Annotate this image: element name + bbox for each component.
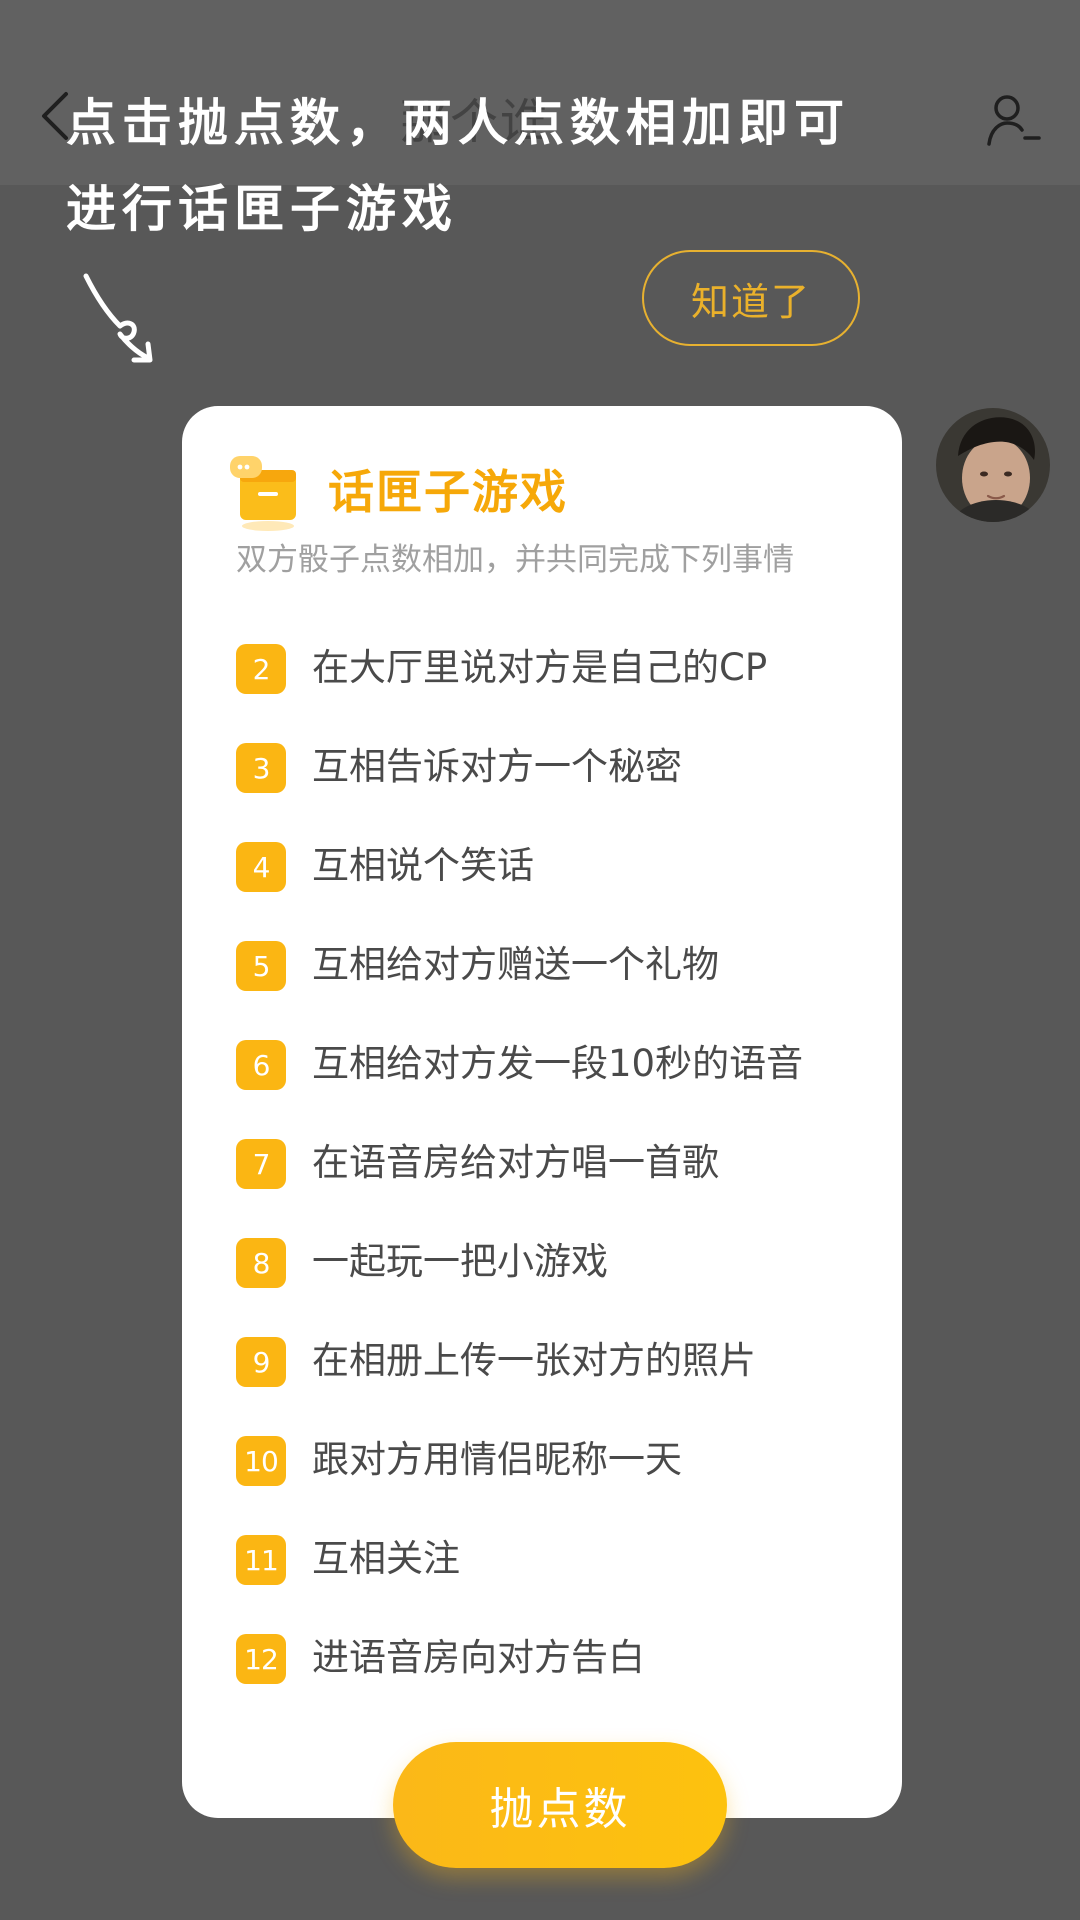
rule-item: 8 一起玩一把小游戏	[236, 1232, 876, 1331]
got-it-button[interactable]: 知道了	[642, 250, 860, 346]
rule-item: 10 跟对方用情侣昵称一天	[236, 1430, 876, 1529]
guide-hint-line-2: 进行话匣子游戏	[66, 180, 458, 238]
guide-hint-line-1: 点击抛点数，两人点数相加即可	[66, 94, 850, 152]
rule-text: 互相给对方发一段10秒的语音	[312, 1042, 804, 1085]
rule-item: 3 互相告诉对方一个秘密	[236, 737, 876, 836]
rule-number-badge: 6	[236, 1040, 286, 1090]
rule-text: 在语音房给对方唱一首歌	[312, 1141, 719, 1184]
rule-item: 12 进语音房向对方告白	[236, 1628, 876, 1727]
guide-hint: 点击抛点数，两人点数相加即可 进行话匣子游戏	[66, 80, 966, 252]
card-subtitle: 双方骰子点数相加，并共同完成下列事情	[236, 542, 794, 578]
hand-drawn-arrow-icon	[83, 273, 153, 363]
rule-number-badge: 3	[236, 743, 286, 793]
avatar[interactable]	[936, 408, 1050, 522]
rule-text: 互相关注	[312, 1537, 460, 1580]
rule-number-badge: 8	[236, 1238, 286, 1288]
rule-number-badge: 12	[236, 1634, 286, 1684]
user-minus-icon[interactable]	[985, 92, 1041, 148]
rule-item: 9 在相册上传一张对方的照片	[236, 1331, 876, 1430]
rule-number-badge: 2	[236, 644, 286, 694]
rule-item: 2 在大厅里说对方是自己的CP	[236, 638, 876, 737]
chat-box-game-card: 话匣子游戏 双方骰子点数相加，并共同完成下列事情 2 在大厅里说对方是自己的CP…	[182, 406, 902, 1818]
rule-item: 11 互相关注	[236, 1529, 876, 1628]
roll-dice-button[interactable]: 抛点数	[393, 1742, 727, 1868]
rule-item: 5 互相给对方赠送一个礼物	[236, 935, 876, 1034]
rule-text: 跟对方用情侣昵称一天	[312, 1438, 682, 1481]
rule-number-badge: 4	[236, 842, 286, 892]
card-title: 话匣子游戏	[328, 465, 568, 519]
rule-item: 7 在语音房给对方唱一首歌	[236, 1133, 876, 1232]
rule-number-badge: 11	[236, 1535, 286, 1585]
rule-text: 互相给对方赠送一个礼物	[312, 943, 719, 986]
rule-number-badge: 5	[236, 941, 286, 991]
rule-item: 6 互相给对方发一段10秒的语音	[236, 1034, 876, 1133]
rule-item: 4 互相说个笑话	[236, 836, 876, 935]
avatar-portrait-image	[936, 408, 1050, 522]
rule-text: 互相告诉对方一个秘密	[312, 745, 682, 788]
rule-number-badge: 7	[236, 1139, 286, 1189]
rule-list: 2 在大厅里说对方是自己的CP 3 互相告诉对方一个秘密 4 互相说个笑话 5 …	[236, 638, 876, 1727]
rule-number-badge: 9	[236, 1337, 286, 1387]
rule-text: 在大厅里说对方是自己的CP	[312, 646, 768, 689]
rule-text: 在相册上传一张对方的照片	[312, 1339, 756, 1382]
rule-text: 进语音房向对方告白	[312, 1636, 645, 1679]
rule-number-badge: 10	[236, 1436, 286, 1486]
rule-text: 互相说个笑话	[312, 844, 534, 887]
chat-box-icon	[230, 456, 296, 531]
rule-text: 一起玩一把小游戏	[312, 1240, 608, 1283]
